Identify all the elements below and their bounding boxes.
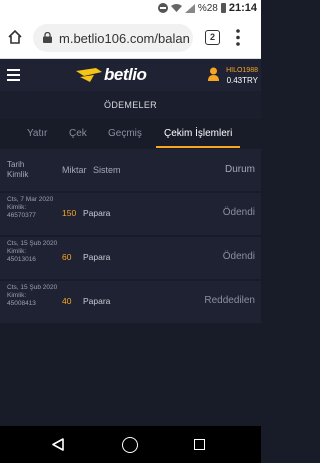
signal-icon [184, 3, 195, 13]
address-bar[interactable]: m.betlio106.com/balan [33, 24, 193, 52]
page-title: ÖDEMELER [0, 91, 261, 119]
tab-switcher-button[interactable]: 2 [205, 30, 220, 45]
header-date: Tarih [7, 160, 25, 169]
row-id-label: Kimlik: [7, 292, 27, 299]
hamburger-menu-icon[interactable] [7, 69, 20, 81]
recents-icon[interactable] [194, 439, 205, 450]
row-system: Papara [83, 208, 111, 218]
username: HILO1988 [226, 67, 258, 74]
row-date: Cts, 15 Şub 2020 [7, 284, 58, 291]
row-id: 45008413 [7, 300, 36, 307]
row-date-cell: Cts, 7 Mar 2020 Kimlik: 46570377 [7, 196, 59, 220]
table-row[interactable]: Cts, 7 Mar 2020 Kimlik: 46570377 150 Pap… [0, 191, 261, 235]
active-tab-indicator [156, 146, 240, 148]
tab-deposit[interactable]: Yatır [27, 128, 47, 139]
battery-icon [220, 3, 226, 13]
home-icon[interactable] [7, 29, 23, 45]
row-amount: 60 [62, 252, 72, 262]
row-id: 45013016 [7, 256, 36, 263]
browser-toolbar: m.betlio106.com/balan 2 [0, 17, 261, 59]
row-system: Papara [83, 296, 111, 306]
table-row[interactable]: Cts, 15 Şub 2020 Kimlik: 45013016 60 Pap… [0, 235, 261, 279]
user-balance: 0.43TRY [226, 76, 258, 85]
clock: 21:14 [228, 2, 257, 14]
logo[interactable]: betlio [76, 65, 147, 85]
payment-tabs: Yatır Çek Geçmiş Çekim İşlemleri [0, 119, 261, 149]
row-id-label: Kimlik: [7, 248, 27, 255]
user-avatar-icon[interactable] [208, 67, 219, 81]
app-header: betlio HILO1988 0.43TRY [0, 59, 261, 91]
header-status: Durum [224, 164, 255, 175]
row-date: Cts, 7 Mar 2020 [7, 196, 54, 203]
back-icon[interactable] [52, 438, 64, 451]
table-row[interactable]: Cts, 15 Şub 2020 Kimlik: 45008413 40 Pap… [0, 279, 261, 323]
withdrawal-table: Tarih Kimlik Miktar Sistem Durum Cts, 7 … [0, 149, 261, 323]
table-header: Tarih Kimlik Miktar Sistem Durum [0, 149, 261, 191]
row-amount: 40 [62, 296, 72, 306]
status-bar: %28 21:14 [0, 0, 261, 17]
tab-history[interactable]: Geçmiş [108, 128, 142, 139]
row-id: 46570377 [7, 212, 36, 219]
row-id-label: Kimlik: [7, 204, 27, 211]
header-system: Sistem [93, 165, 121, 175]
battery-text: %28 [197, 2, 218, 14]
row-amount: 150 [62, 208, 77, 218]
logo-wing-icon [76, 68, 102, 82]
logo-text: betlio [104, 65, 147, 84]
header-id: Kimlik [7, 170, 29, 179]
more-vert-icon[interactable] [236, 29, 240, 46]
do-not-disturb-icon [157, 3, 168, 13]
tab-withdrawal-transactions[interactable]: Çekim İşlemleri [164, 128, 232, 139]
tab-withdraw[interactable]: Çek [69, 128, 87, 139]
row-status: Reddedilen [204, 295, 255, 306]
lock-icon [43, 32, 52, 43]
status-icons: %28 21:14 [157, 2, 257, 14]
nav-home-icon[interactable] [122, 437, 138, 453]
row-status: Ödendi [222, 251, 255, 262]
row-status: Ödendi [222, 207, 255, 218]
row-date-cell: Cts, 15 Şub 2020 Kimlik: 45008413 [7, 284, 59, 308]
row-date-cell: Cts, 15 Şub 2020 Kimlik: 45013016 [7, 240, 59, 264]
row-system: Papara [83, 252, 111, 262]
system-nav-bar [0, 426, 261, 463]
url-text: m.betlio106.com/balan [59, 31, 190, 46]
wifi-icon [170, 4, 182, 12]
header-amount: Miktar [62, 165, 87, 175]
row-date: Cts, 15 Şub 2020 [7, 240, 58, 247]
